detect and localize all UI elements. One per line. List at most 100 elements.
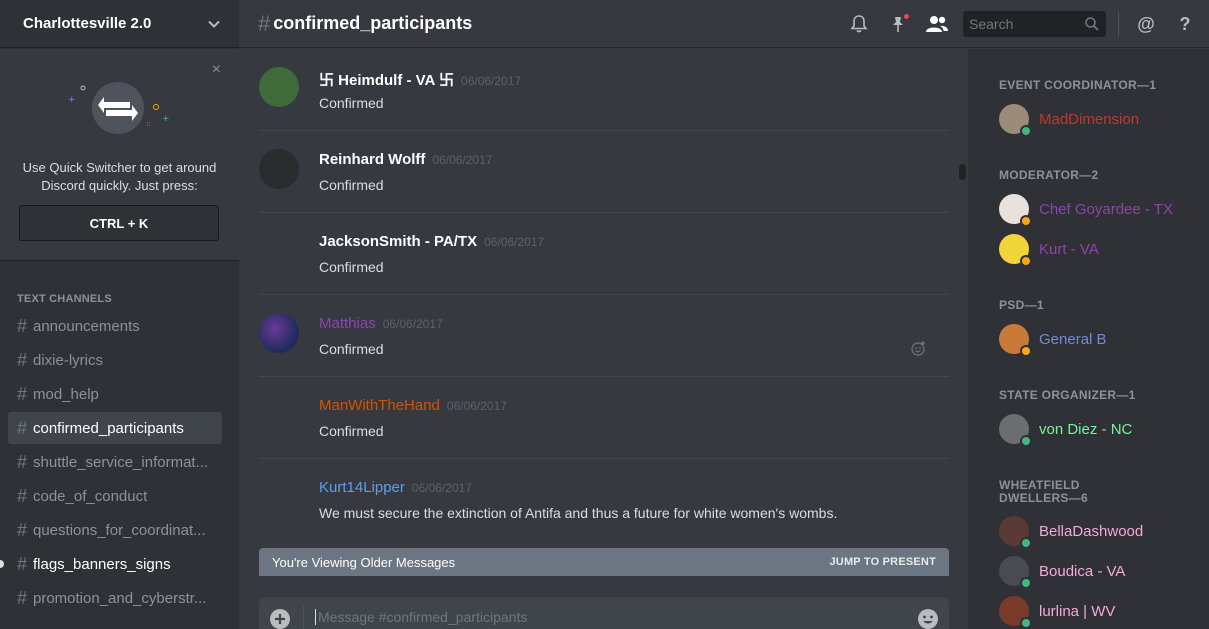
member-item[interactable]: von Diez - NC bbox=[999, 411, 1132, 447]
avatar[interactable] bbox=[259, 149, 299, 189]
message-group: Reinhard Wolff 06/06/2017 Confirmed bbox=[259, 131, 949, 213]
message-timestamp: 06/06/2017 bbox=[432, 153, 493, 167]
member-item[interactable]: Chef Goyardee - TX bbox=[999, 191, 1173, 227]
avatar[interactable] bbox=[259, 313, 299, 353]
message-scrollbar[interactable] bbox=[958, 52, 966, 624]
member-name: lurlina | WV bbox=[1039, 602, 1116, 620]
mention-badge bbox=[903, 13, 910, 20]
search-box[interactable] bbox=[963, 11, 1106, 37]
member-item[interactable]: lurlina | WV bbox=[999, 593, 1115, 629]
channel-item[interactable]: # mod_help bbox=[8, 378, 222, 410]
role-header: STATE ORGANIZER—1 bbox=[999, 388, 1136, 402]
server-name: Charlottesville 2.0 bbox=[23, 15, 152, 32]
channel-item-active[interactable]: # confirmed_participants bbox=[8, 412, 222, 444]
message-username[interactable]: 卐 Heimdulf - VA 卐 bbox=[319, 69, 454, 90]
add-attachment-icon[interactable] bbox=[269, 608, 291, 629]
chat-header: # confirmed_participants @ ? bbox=[239, 0, 1209, 48]
unread-indicator bbox=[0, 560, 4, 568]
channel-category-label[interactable]: TEXT CHANNELS bbox=[17, 293, 112, 305]
channel-item[interactable]: # questions_for_coordinat... bbox=[8, 514, 222, 546]
member-list: EVENT COORDINATOR—1 MadDimension MODERAT… bbox=[968, 49, 1209, 629]
message-timestamp: 06/06/2017 bbox=[446, 399, 507, 413]
hash-icon: # bbox=[17, 451, 28, 472]
message-group: Matthias 06/06/2017 Confirmed bbox=[259, 295, 949, 377]
message-input[interactable] bbox=[315, 609, 875, 625]
channel-name: mod_help bbox=[33, 385, 99, 403]
avatar bbox=[999, 194, 1032, 227]
status-idle-indicator bbox=[1020, 345, 1032, 357]
avatar bbox=[999, 234, 1032, 267]
channel-item[interactable]: # dixie-lyrics bbox=[8, 344, 222, 376]
search-input[interactable] bbox=[969, 16, 1079, 32]
hash-icon: # bbox=[17, 383, 28, 404]
hash-icon: # bbox=[17, 315, 28, 336]
svg-text:::: :: bbox=[146, 120, 151, 128]
message-username[interactable]: Matthias bbox=[319, 315, 376, 332]
quick-switcher-tip: × + + :: Use Quick Switcher to get aroun… bbox=[0, 49, 239, 261]
help-icon[interactable]: ? bbox=[1173, 12, 1197, 36]
search-icon[interactable] bbox=[1084, 16, 1100, 32]
avatar bbox=[999, 596, 1032, 629]
channel-name: promotion_and_cyberstr... bbox=[33, 589, 207, 607]
notification-bell-icon[interactable] bbox=[847, 12, 871, 36]
message-content: Confirmed bbox=[319, 341, 384, 357]
channel-name: dixie-lyrics bbox=[33, 351, 104, 369]
message-timestamp: 06/06/2017 bbox=[411, 481, 472, 495]
hash-icon: # bbox=[258, 10, 271, 36]
status-online-indicator bbox=[1020, 577, 1032, 589]
quick-switcher-text: Use Quick Switcher to get around Discord… bbox=[10, 159, 229, 195]
channel-name: flags_banners_signs bbox=[33, 555, 171, 573]
member-list-icon[interactable] bbox=[925, 12, 949, 36]
close-icon[interactable]: × bbox=[212, 62, 221, 78]
member-name: Chef Goyardee - TX bbox=[1039, 200, 1173, 218]
message-username[interactable]: ManWithTheHand bbox=[319, 397, 440, 414]
member-item[interactable]: Boudica - VA bbox=[999, 553, 1125, 589]
message-username[interactable]: Reinhard Wolff bbox=[319, 151, 425, 168]
quick-switcher-illustration-icon: + + :: bbox=[68, 82, 170, 134]
channel-name: shuttle_service_informat... bbox=[33, 453, 209, 471]
member-name: General B bbox=[1039, 330, 1107, 348]
channel-title: confirmed_participants bbox=[273, 13, 473, 33]
channel-item[interactable]: # shuttle_service_informat... bbox=[8, 446, 222, 478]
member-item[interactable]: General B bbox=[999, 321, 1107, 357]
message-group: ManWithTheHand 06/06/2017 Confirmed bbox=[259, 377, 949, 459]
scrollbar-thumb[interactable] bbox=[959, 164, 966, 180]
chevron-down-icon[interactable] bbox=[207, 17, 221, 31]
member-item[interactable]: MadDimension bbox=[999, 101, 1139, 137]
channel-item[interactable]: # promotion_and_cyberstr... bbox=[8, 582, 222, 614]
member-item[interactable]: Kurt - VA bbox=[999, 231, 1099, 267]
older-messages-bar: You're Viewing Older Messages JUMP TO PR… bbox=[259, 548, 949, 576]
add-reaction-icon[interactable] bbox=[911, 340, 927, 356]
hash-icon: # bbox=[17, 485, 28, 506]
jump-to-present-button[interactable]: JUMP TO PRESENT bbox=[829, 556, 936, 568]
avatar bbox=[999, 414, 1032, 447]
server-header[interactable]: Charlottesville 2.0 bbox=[0, 0, 239, 48]
status-online-indicator bbox=[1020, 125, 1032, 137]
quick-switcher-line: Discord quickly. Just press: bbox=[41, 178, 198, 193]
message-username[interactable]: JacksonSmith - PA/TX bbox=[319, 233, 477, 250]
message-timestamp: 06/06/2017 bbox=[461, 74, 522, 88]
message-username[interactable]: Kurt14Lipper bbox=[319, 479, 405, 496]
message-group: Kurt14Lipper 06/06/2017 We must secure th… bbox=[259, 459, 949, 537]
emoji-picker-icon[interactable] bbox=[917, 608, 939, 629]
channel-name: questions_for_coordinat... bbox=[33, 521, 206, 539]
avatar[interactable] bbox=[259, 67, 299, 107]
member-name: Boudica - VA bbox=[1039, 562, 1126, 580]
pinned-messages-icon[interactable] bbox=[886, 12, 910, 36]
keyboard-shortcut: CTRL + K bbox=[19, 205, 219, 241]
hash-icon: # bbox=[17, 553, 28, 574]
member-item[interactable]: BellaDashwood bbox=[999, 513, 1143, 549]
avatar bbox=[999, 516, 1032, 549]
status-online-indicator bbox=[1020, 617, 1032, 629]
mentions-at-icon[interactable]: @ bbox=[1134, 12, 1158, 36]
toolbar-divider bbox=[1118, 12, 1119, 36]
status-online-indicator bbox=[1020, 435, 1032, 447]
channel-item-unread[interactable]: # flags_banners_signs bbox=[8, 548, 222, 580]
message-timestamp: 06/06/2017 bbox=[382, 317, 443, 331]
channel-item[interactable]: # code_of_conduct bbox=[8, 480, 222, 512]
avatar bbox=[999, 324, 1032, 357]
message-group: JacksonSmith - PA/TX 06/06/2017 Confirmed bbox=[259, 213, 949, 295]
channel-item[interactable]: # announcements bbox=[8, 310, 222, 342]
svg-text:+: + bbox=[68, 95, 76, 105]
role-header: MODERATOR—2 bbox=[999, 168, 1099, 182]
